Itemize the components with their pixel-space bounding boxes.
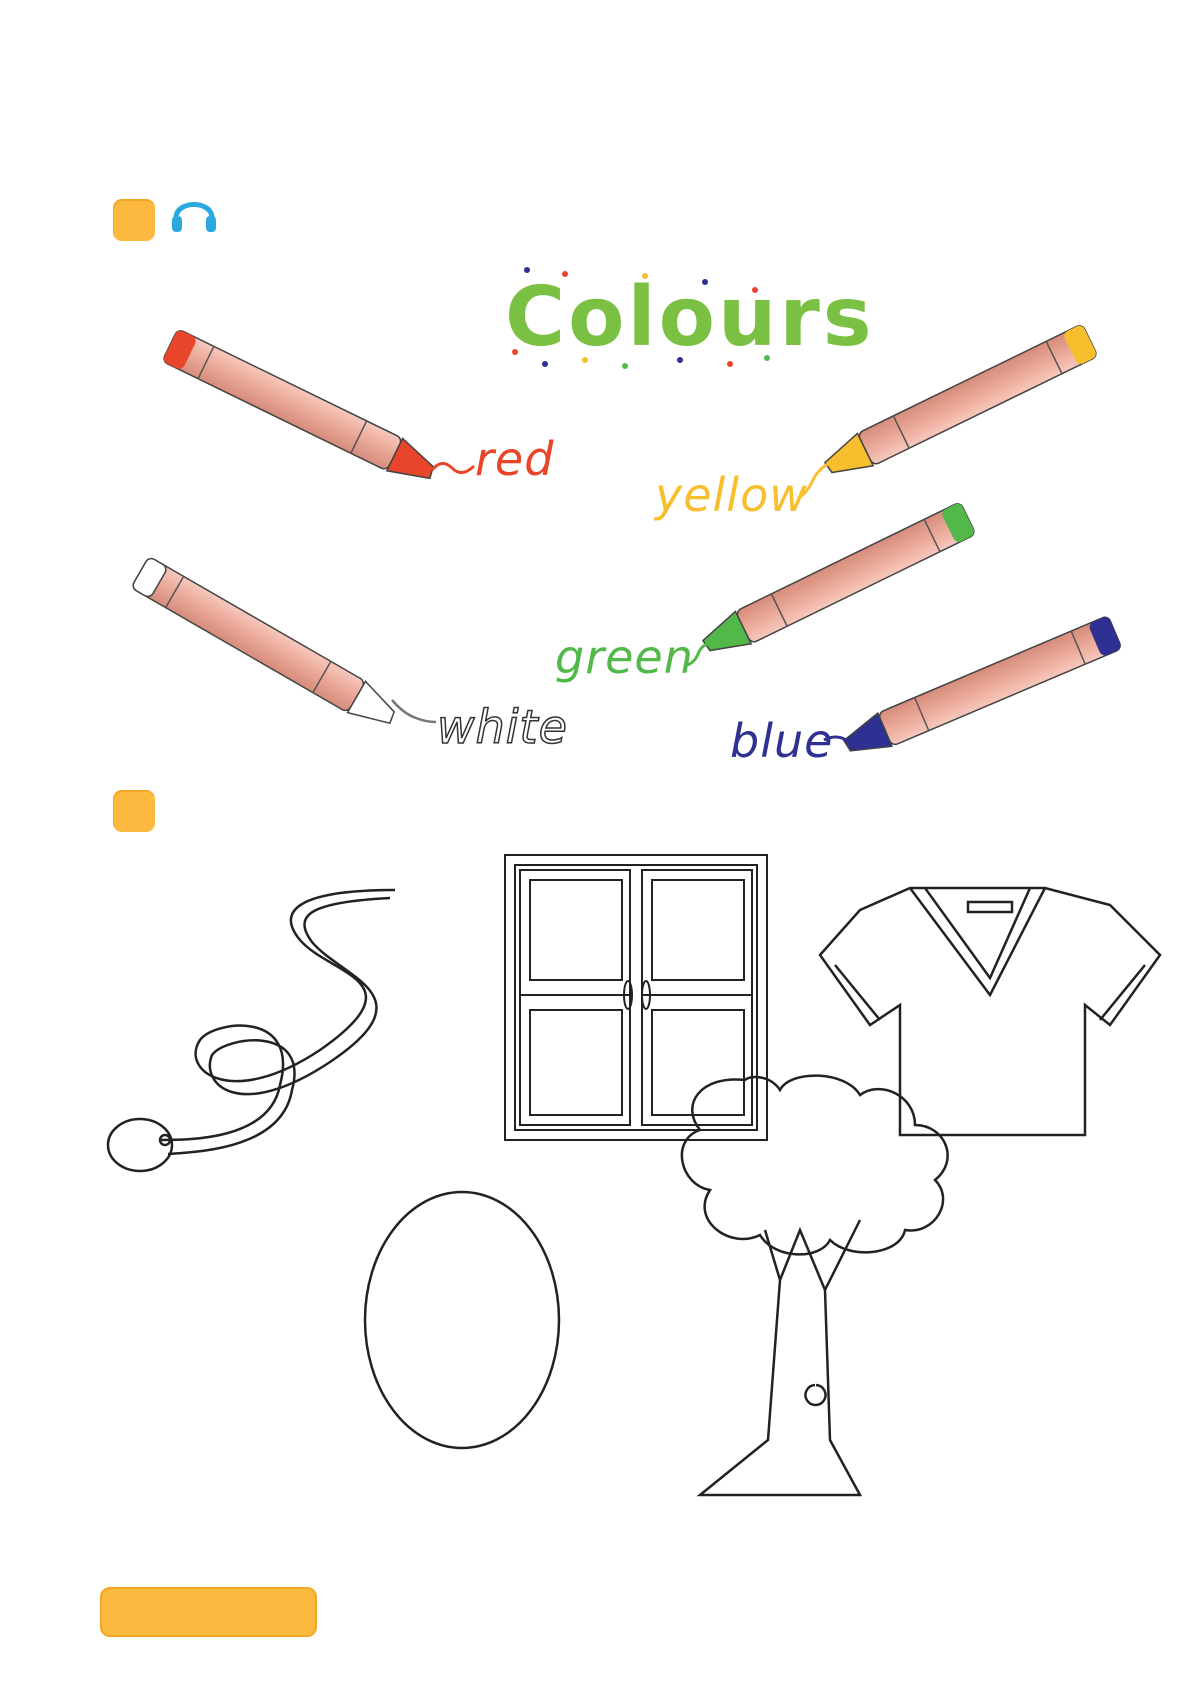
label-red: red <box>475 432 555 486</box>
exercise-badge-2 <box>113 790 155 832</box>
snake-drawing[interactable] <box>106 888 396 1173</box>
white-squiggle <box>391 699 437 724</box>
tree-drawing[interactable] <box>680 1074 949 1497</box>
label-green: green <box>555 630 694 684</box>
footer-bar <box>100 1587 317 1637</box>
window-drawing[interactable] <box>504 854 768 1141</box>
label-yellow: yellow <box>655 468 808 522</box>
white-crayon <box>132 557 396 725</box>
red-crayon <box>163 330 435 480</box>
blue-crayon <box>842 616 1121 752</box>
label-white: white <box>436 699 568 755</box>
red-squiggle <box>430 462 476 474</box>
label-blue: blue <box>730 714 834 768</box>
green-crayon <box>701 503 975 652</box>
oval-drawing[interactable] <box>363 1190 561 1450</box>
tshirt-drawing[interactable] <box>818 886 1162 1137</box>
yellow-crayon <box>823 325 1097 474</box>
colouring-pictures <box>106 854 1162 1497</box>
